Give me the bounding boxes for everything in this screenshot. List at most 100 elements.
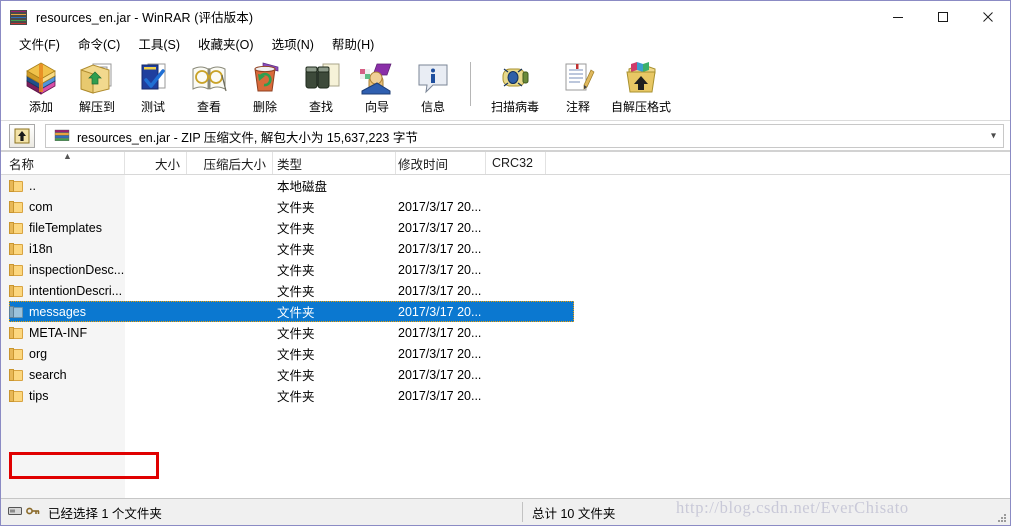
column-header-size[interactable]: 大小	[125, 152, 187, 174]
cell-modified: 2017/3/17 20...	[398, 199, 482, 214]
folder-icon	[9, 284, 23, 297]
up-one-level-icon[interactable]	[9, 124, 35, 148]
folder-icon	[9, 179, 23, 192]
cell-type: 文件夹	[277, 390, 315, 404]
cell-name[interactable]: inspectionDesc...	[1, 263, 125, 277]
archive-path-field[interactable]: resources_en.jar - ZIP 压缩文件, 解包大小为 15,63…	[45, 124, 1004, 148]
table-row[interactable]: com 文件夹 2017/3/17 20...	[1, 196, 1010, 217]
file-list-rows: .. 本地磁盘 com 文件夹 2017/3/17 20... fileTemplates…	[1, 175, 1010, 406]
virus-scan-icon	[495, 61, 535, 97]
wizard-icon	[357, 61, 397, 97]
info-icon	[413, 61, 453, 97]
cell-modified: 2017/3/17 20...	[398, 220, 482, 235]
folder-icon	[9, 242, 23, 255]
file-name-label: ..	[29, 178, 36, 193]
folder-icon	[9, 368, 23, 381]
cell-name[interactable]: search	[1, 368, 125, 382]
table-row[interactable]: intentionDescri... 文件夹 2017/3/17 20...	[1, 280, 1010, 301]
column-header-name[interactable]: 名称 ▲	[1, 152, 125, 174]
view-glasses-icon	[189, 61, 229, 97]
toolbar-button-virus-scan[interactable]: 扫描病毒	[480, 59, 550, 115]
file-name-label: org	[29, 346, 48, 361]
folder-icon	[9, 347, 23, 360]
chevron-down-icon[interactable]: ▾	[991, 131, 996, 142]
cell-name[interactable]: tips	[1, 389, 125, 403]
table-row[interactable]: META-INF 文件夹 2017/3/17 20...	[1, 322, 1010, 343]
folder-icon	[9, 221, 23, 234]
toolbar-button-add[interactable]: 添加	[13, 59, 69, 115]
table-row[interactable]: .. 本地磁盘	[1, 175, 1010, 196]
toolbar-separator	[470, 62, 471, 106]
toolbar-button-wizard[interactable]: 向导	[349, 59, 405, 115]
column-header-crc32[interactable]: CRC32	[486, 152, 546, 174]
table-row[interactable]: search 文件夹 2017/3/17 20...	[1, 364, 1010, 385]
address-bar: resources_en.jar - ZIP 压缩文件, 解包大小为 15,63…	[1, 121, 1010, 151]
cell-name[interactable]: fileTemplates	[1, 221, 125, 235]
cell-modified: 2017/3/17 20...	[398, 325, 482, 340]
column-header-modified[interactable]: 修改时间	[396, 152, 486, 174]
table-row[interactable]: fileTemplates 文件夹 2017/3/17 20...	[1, 217, 1010, 238]
folder-icon	[9, 263, 23, 276]
table-row[interactable]: org 文件夹 2017/3/17 20...	[1, 343, 1010, 364]
menu-item-options[interactable]: 选项(N)	[263, 32, 323, 56]
toolbar-button-info[interactable]: 信息	[405, 59, 461, 115]
toolbar-button-find[interactable]: 查找	[293, 59, 349, 115]
close-icon[interactable]	[965, 1, 1010, 32]
cell-name[interactable]: org	[1, 347, 125, 361]
menu-item-help[interactable]: 帮助(H)	[323, 32, 383, 56]
toolbar-label-comment: 注释	[565, 100, 590, 114]
file-name-label: com	[29, 199, 53, 214]
toolbar-label-test: 测试	[140, 100, 165, 114]
minimize-icon[interactable]	[875, 1, 920, 32]
status-selection-text: 已经选择 1 个文件夹	[48, 506, 162, 521]
cell-name[interactable]: intentionDescri...	[1, 284, 125, 298]
toolbar-label-find: 查找	[308, 100, 333, 114]
column-header-packed-size[interactable]: 压缩后大小	[187, 152, 273, 174]
menu-item-file[interactable]: 文件(F)	[10, 32, 69, 56]
cell-modified: 2017/3/17 20...	[398, 388, 482, 403]
resize-grip-icon[interactable]	[995, 511, 1007, 523]
toolbar-label-extract-to: 解压到	[78, 100, 115, 114]
table-row[interactable]: i18n 文件夹 2017/3/17 20...	[1, 238, 1010, 259]
toolbar-button-sfx[interactable]: 自解压格式	[606, 59, 676, 115]
table-row[interactable]: tips 文件夹 2017/3/17 20...	[1, 385, 1010, 406]
menu-item-favorites[interactable]: 收藏夹(O)	[189, 32, 263, 56]
toolbar-label-view: 查看	[196, 100, 221, 114]
toolbar-button-test[interactable]: 测试	[125, 59, 181, 115]
toolbar-label-sfx: 自解压格式	[610, 100, 671, 114]
toolbar-button-extract-to[interactable]: 解压到	[69, 59, 125, 115]
window-controls	[875, 1, 1010, 32]
cell-type: 文件夹	[277, 264, 315, 278]
cell-modified: 2017/3/17 20...	[398, 346, 482, 361]
archive-add-icon	[21, 61, 61, 97]
cell-name[interactable]: ..	[1, 179, 125, 193]
maximize-icon[interactable]	[920, 1, 965, 32]
toolbar-button-view[interactable]: 查看	[181, 59, 237, 115]
column-header-type[interactable]: 类型	[273, 152, 396, 174]
cell-name[interactable]: messages	[1, 305, 125, 319]
cell-type: 文件夹	[277, 222, 315, 236]
status-bar: 已经选择 1 个文件夹 总计 10 文件夹	[1, 498, 1010, 525]
cell-type: 文件夹	[277, 243, 315, 257]
cell-type: 文件夹	[277, 327, 315, 341]
cell-name[interactable]: i18n	[1, 242, 125, 256]
toolbar-label-delete: 删除	[252, 100, 277, 114]
file-name-label: messages	[29, 304, 86, 319]
title-bar: resources_en.jar - WinRAR (评估版本)	[1, 1, 1010, 32]
file-name-label: intentionDescri...	[29, 283, 123, 298]
cell-modified: 2017/3/17 20...	[398, 262, 482, 277]
table-row[interactable]: inspectionDesc... 文件夹 2017/3/17 20...	[1, 259, 1010, 280]
cell-name[interactable]: com	[1, 200, 125, 214]
menu-item-commands[interactable]: 命令(C)	[69, 32, 129, 56]
cell-modified: 2017/3/17 20...	[398, 283, 482, 298]
toolbar-button-comment[interactable]: 注释	[550, 59, 606, 115]
file-name-label: META-INF	[29, 325, 88, 340]
disk-icon	[8, 505, 22, 520]
menu-item-tools[interactable]: 工具(S)	[129, 32, 189, 56]
window-title: resources_en.jar - WinRAR (评估版本)	[36, 11, 254, 25]
table-row[interactable]: messages 文件夹 2017/3/17 20...	[1, 301, 1010, 322]
cell-type: 文件夹	[277, 348, 315, 362]
toolbar-button-delete[interactable]: 删除	[237, 59, 293, 115]
extract-to-folder-icon	[77, 61, 117, 97]
cell-name[interactable]: META-INF	[1, 326, 125, 340]
